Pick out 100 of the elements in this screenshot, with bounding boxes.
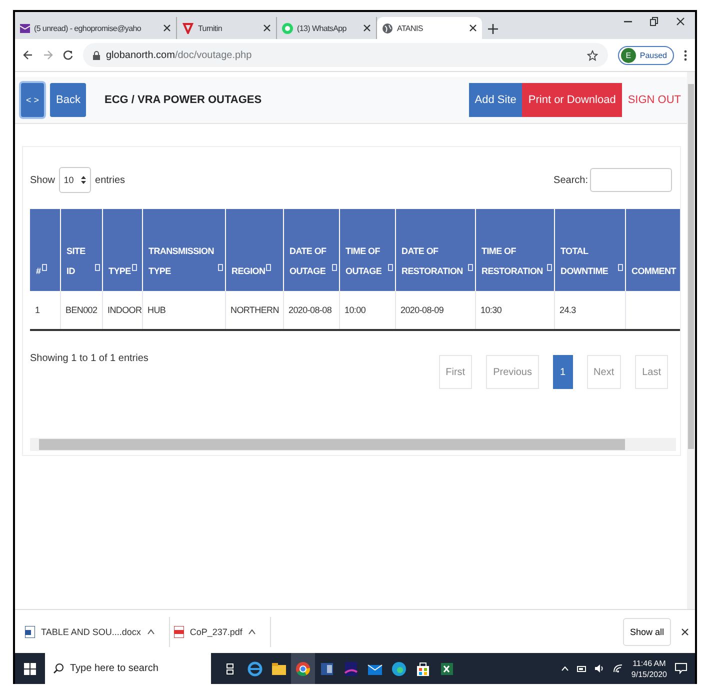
download-item[interactable]: TABLE AND SOU....docx xyxy=(21,616,170,646)
table-cell: BEN002 xyxy=(60,291,102,330)
close-icon[interactable] xyxy=(676,17,685,26)
sign-out-link[interactable]: SIGN OUT xyxy=(622,83,687,117)
reload-icon[interactable] xyxy=(63,50,73,60)
tab-title: Turnitin xyxy=(198,24,222,32)
table-cell: 1 xyxy=(30,291,60,330)
column-header[interactable]: DATE OF OUTAGE xyxy=(290,241,330,281)
document-file-icon xyxy=(25,626,35,638)
folder-icon[interactable] xyxy=(272,662,286,674)
restore-icon[interactable] xyxy=(650,17,658,26)
sort-icon[interactable] xyxy=(42,264,47,271)
column-header[interactable]: # xyxy=(36,261,41,281)
entries-info: Showing 1 to 1 of 1 entries xyxy=(30,353,148,366)
sort-icon[interactable] xyxy=(218,264,222,271)
table-cell: INDOOR xyxy=(102,291,142,330)
profile-button[interactable]: E Paused xyxy=(618,46,674,64)
chrome-icon[interactable] xyxy=(296,662,310,676)
show-label: Show xyxy=(30,174,56,186)
excel-icon[interactable] xyxy=(441,662,453,674)
edge-icon[interactable] xyxy=(392,662,406,676)
clock-date[interactable]: 9/15/2020 xyxy=(631,668,667,680)
wifi-icon[interactable] xyxy=(613,664,624,673)
column-header[interactable]: TIME OF RESTORATION xyxy=(482,241,546,281)
speaker-icon[interactable] xyxy=(595,664,606,673)
tab-title: (13) WhatsApp xyxy=(297,24,346,32)
lock-icon xyxy=(93,50,100,60)
close-icon[interactable] xyxy=(363,24,371,32)
search-label: Search: xyxy=(554,174,588,186)
column-header[interactable]: TIME OF OUTAGE xyxy=(346,241,386,281)
file-name: TABLE AND SOU....docx xyxy=(41,626,141,636)
chevron-up-icon[interactable] xyxy=(146,628,155,634)
sort-icon[interactable] xyxy=(468,264,472,271)
tab-title: ATANIS xyxy=(397,24,423,32)
app-icon[interactable] xyxy=(344,662,358,676)
minimize-icon[interactable] xyxy=(624,20,632,22)
page-button[interactable]: Next xyxy=(586,355,622,389)
sort-icon[interactable] xyxy=(388,264,392,271)
mail-icon[interactable] xyxy=(368,664,382,674)
vertical-scrollbar[interactable] xyxy=(687,72,695,609)
windows-start-icon[interactable] xyxy=(24,662,36,674)
column-header[interactable]: COMMENT xyxy=(632,261,676,281)
table-cell: 2020-08-09 xyxy=(395,291,475,330)
task-view-icon[interactable] xyxy=(226,663,234,674)
column-header[interactable]: TYPE xyxy=(108,261,131,281)
browser-tab[interactable]: ATANIS xyxy=(377,17,482,39)
column-header[interactable]: DATE OF RESTORATION xyxy=(402,241,466,281)
sort-icon[interactable] xyxy=(546,264,552,271)
close-icon[interactable] xyxy=(163,24,171,32)
entries-label: entries xyxy=(95,174,126,186)
close-icon[interactable] xyxy=(469,24,477,32)
page-title: ECG / VRA POWER OUTAGES xyxy=(104,94,262,106)
page-button[interactable]: First xyxy=(438,355,472,389)
column-header[interactable]: REGION xyxy=(232,261,266,281)
toggle-button[interactable]: < > xyxy=(21,83,44,117)
sort-icon[interactable] xyxy=(94,264,100,271)
column-header[interactable]: SITE ID xyxy=(66,241,94,281)
search-field[interactable] xyxy=(590,168,672,192)
download-item[interactable]: CoP_237.pdf xyxy=(170,616,272,646)
page-button[interactable]: Previous xyxy=(486,355,539,389)
sort-icon[interactable] xyxy=(132,264,137,271)
logo-icon xyxy=(182,22,194,34)
globe-icon xyxy=(382,22,393,34)
store-bag-icon[interactable] xyxy=(417,662,429,676)
browser-tab[interactable]: Turnitin xyxy=(177,17,277,39)
action-button[interactable]: Print or Download xyxy=(522,83,622,117)
search-icon xyxy=(53,663,64,674)
notification-icon[interactable] xyxy=(675,663,687,674)
page-button[interactable]: Last xyxy=(635,355,668,389)
address-bar[interactable]: globanorth.com/doc/voutage.php xyxy=(83,43,608,67)
word-icon[interactable] xyxy=(321,662,333,674)
sort-arrows-icon xyxy=(81,176,86,184)
star-icon[interactable] xyxy=(586,50,598,60)
sort-icon[interactable] xyxy=(266,264,272,271)
browser-tab[interactable]: (5 unread) - eghopromise@yaho xyxy=(15,17,177,39)
tab-title: (5 unread) - eghopromise@yaho xyxy=(34,24,142,32)
show-all-button[interactable]: Show all xyxy=(622,618,671,646)
table-cell: HUB xyxy=(142,291,225,330)
table-cell: 2020-08-08 xyxy=(283,291,339,330)
sort-icon[interactable] xyxy=(332,264,336,271)
back-arrow-icon[interactable] xyxy=(23,50,33,60)
table-cell: NORTHERN xyxy=(225,291,283,330)
action-button[interactable]: Add Site xyxy=(468,83,522,117)
new-tab-icon[interactable] xyxy=(488,24,498,34)
back-button[interactable]: Back xyxy=(50,83,86,117)
file-name: CoP_237.pdf xyxy=(190,626,242,636)
column-header[interactable]: TRANSMISSION TYPE xyxy=(148,241,216,281)
column-header[interactable]: TOTAL DOWNTIME xyxy=(560,241,616,281)
chevron-up-icon[interactable] xyxy=(248,628,256,634)
close-icon[interactable] xyxy=(263,24,271,32)
menu-icon[interactable] xyxy=(684,50,687,60)
page-size-select[interactable]: 10 xyxy=(59,167,92,193)
clock-time[interactable]: 11:46 AM xyxy=(631,658,667,668)
horizontal-scrollbar[interactable] xyxy=(30,438,676,451)
sort-icon[interactable] xyxy=(618,264,622,271)
taskbar-search-field[interactable]: Type here to search xyxy=(45,653,211,684)
page-button[interactable]: 1 xyxy=(552,355,573,389)
pdf-file-icon xyxy=(174,626,184,638)
close-icon[interactable] xyxy=(681,628,689,636)
battery-icon[interactable] xyxy=(577,666,588,672)
